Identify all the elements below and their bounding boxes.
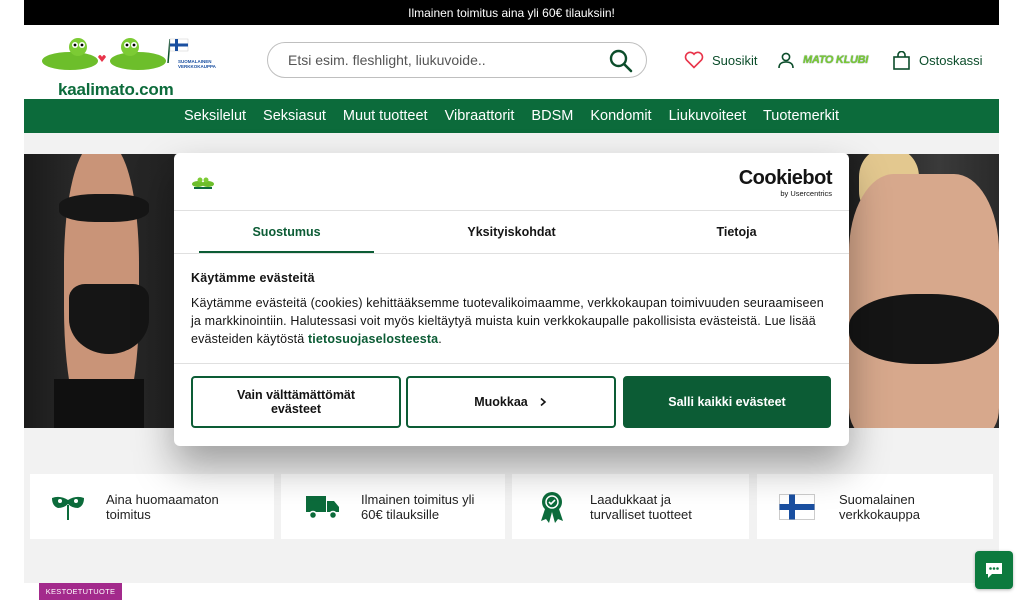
feature-text: Suomalainen verkkokauppa xyxy=(839,491,920,522)
announcement-text: Ilmainen toimitus aina yli 60€ tilauksii… xyxy=(408,5,615,20)
feature-text: Laadukkaat ja turvalliset tuotteet xyxy=(590,491,692,522)
nav-item-seksiasut[interactable]: Seksiasut xyxy=(263,108,326,124)
nav-item-kondomit[interactable]: Kondomit xyxy=(590,108,651,124)
cookiebot-sub: by Usercentrics xyxy=(780,189,832,198)
finland-flag-icon xyxy=(779,493,815,520)
main-navigation: Seksilelut Seksiasut Muut tuotteet Vibra… xyxy=(24,99,999,133)
cookie-title: Käytämme evästeitä xyxy=(191,271,315,285)
cookiebot-brand[interactable]: Cookiebot by Usercentrics xyxy=(738,167,833,198)
mask-icon xyxy=(52,496,84,520)
cookie-consent-dialog: Cookiebot by Usercentrics Suostumus Yksi… xyxy=(174,153,849,446)
product-badge: KESTOETUTUOTE xyxy=(39,583,122,600)
search-icon[interactable] xyxy=(608,48,634,74)
nav-item-tuotemerkit[interactable]: Tuotemerkit xyxy=(763,108,839,124)
privacy-policy-link[interactable]: tietosuojaselosteesta xyxy=(308,332,438,346)
hero-image-left xyxy=(24,154,174,428)
nav-item-seksilelut[interactable]: Seksilelut xyxy=(184,108,246,124)
worm-logo-icon xyxy=(42,38,189,70)
necessary-only-label: Vain välttämättömät evästeet xyxy=(236,388,356,416)
logo-badge: SUOMALAINEN VERKKOKAUPPA xyxy=(178,59,216,69)
site-header: kaalimato.com SUOMALAINEN VERKKOKAUPPA S… xyxy=(24,25,999,99)
award-icon xyxy=(541,491,563,523)
top-announcement-bar: Ilmainen toimitus aina yli 60€ tilauksii… xyxy=(24,0,999,25)
cookie-body-end: . xyxy=(438,332,442,346)
feature-free-shipping: Ilmainen toimitus yli 60€ tilauksille xyxy=(281,474,505,539)
nav-item-liukuvoiteet[interactable]: Liukuvoiteet xyxy=(669,108,746,124)
necessary-only-button[interactable]: Vain välttämättömät evästeet xyxy=(191,376,401,428)
chat-button[interactable] xyxy=(975,551,1013,589)
feature-quality: Laadukkaat ja turvalliset tuotteet xyxy=(512,474,749,539)
nav-item-vibraattorit[interactable]: Vibraattorit xyxy=(445,108,515,124)
feature-discreet-delivery: Aina huomaamaton toimitus xyxy=(30,474,274,539)
chevron-right-icon xyxy=(540,397,546,407)
chat-bubble-icon xyxy=(986,563,1002,578)
feature-text: Ilmainen toimitus yli 60€ tilauksille xyxy=(361,491,475,522)
shopping-bag-icon xyxy=(893,51,910,70)
heart-icon xyxy=(684,51,704,69)
customize-label: Muokkaa xyxy=(474,395,528,409)
club-label: MATO KLUBI xyxy=(803,54,869,66)
club-link[interactable]: MATO KLUBI xyxy=(777,51,868,69)
feature-text: Aina huomaamaton toimitus xyxy=(106,491,219,522)
nav-item-muut-tuotteet[interactable]: Muut tuotteet xyxy=(343,108,428,124)
site-logo-small-icon xyxy=(192,177,214,189)
logo-text: kaalimato.com xyxy=(58,80,174,99)
cookie-body: Käytämme evästeitä (cookies) kehittääkse… xyxy=(191,294,831,348)
cookie-tabs: Suostumus Yksityiskohdat Tietoja xyxy=(174,211,849,253)
allow-all-button[interactable]: Salli kaikki evästeet xyxy=(623,376,831,428)
divider xyxy=(174,253,849,254)
search-input[interactable] xyxy=(288,43,598,77)
cookie-body-text: Käytämme evästeitä (cookies) kehittääkse… xyxy=(191,296,824,346)
customize-button[interactable]: Muokkaa xyxy=(406,376,616,428)
nav-item-bdsm[interactable]: BDSM xyxy=(531,108,573,124)
feature-finnish-store: Suomalainen verkkokauppa xyxy=(757,474,993,539)
favorites-link[interactable]: Suosikit xyxy=(684,51,758,69)
favorites-label: Suosikit xyxy=(712,52,758,68)
cart-link[interactable]: Ostoskassi xyxy=(892,51,983,70)
tab-consent[interactable]: Suostumus xyxy=(174,211,399,253)
cart-label: Ostoskassi xyxy=(919,53,983,68)
search-bar xyxy=(267,42,647,78)
tab-about[interactable]: Tietoja xyxy=(624,211,849,253)
user-icon xyxy=(778,52,794,69)
hero-image-right xyxy=(849,154,999,428)
allow-all-label: Salli kaikki evästeet xyxy=(668,395,786,409)
cookiebot-name: Cookiebot xyxy=(738,167,833,189)
truck-icon xyxy=(306,495,339,519)
site-logo[interactable]: kaalimato.com SUOMALAINEN VERKKOKAUPPA xyxy=(40,33,216,99)
tab-details[interactable]: Yksityiskohdat xyxy=(399,211,624,253)
divider xyxy=(174,363,849,364)
